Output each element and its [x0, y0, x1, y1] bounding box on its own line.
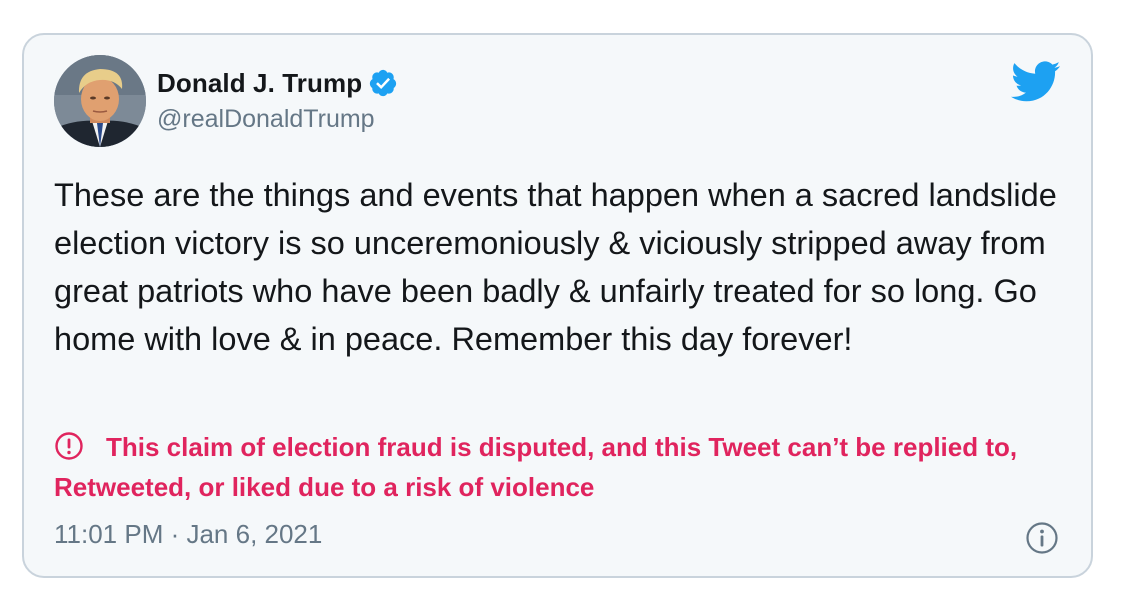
avatar[interactable]: [54, 55, 146, 147]
disputed-claim-notice[interactable]: This claim of election fraud is disputed…: [54, 427, 1064, 507]
twitter-bird-icon[interactable]: [1010, 61, 1061, 103]
notice-text: This claim of election fraud is disputed…: [54, 432, 1018, 502]
tweet-card[interactable]: Donald J. Trump @realDonaldTrump These a…: [22, 33, 1093, 578]
author-name-row[interactable]: Donald J. Trump: [157, 65, 398, 101]
author-display-name[interactable]: Donald J. Trump: [157, 68, 362, 99]
author-handle[interactable]: @realDonaldTrump: [157, 105, 375, 134]
tweet-timestamp[interactable]: 11:01 PM · Jan 6, 2021: [54, 519, 322, 550]
info-icon[interactable]: [1025, 521, 1059, 555]
warning-icon: [54, 431, 84, 461]
verified-badge-icon: [368, 68, 398, 98]
tweet-text: These are the things and events that hap…: [54, 177, 1057, 357]
